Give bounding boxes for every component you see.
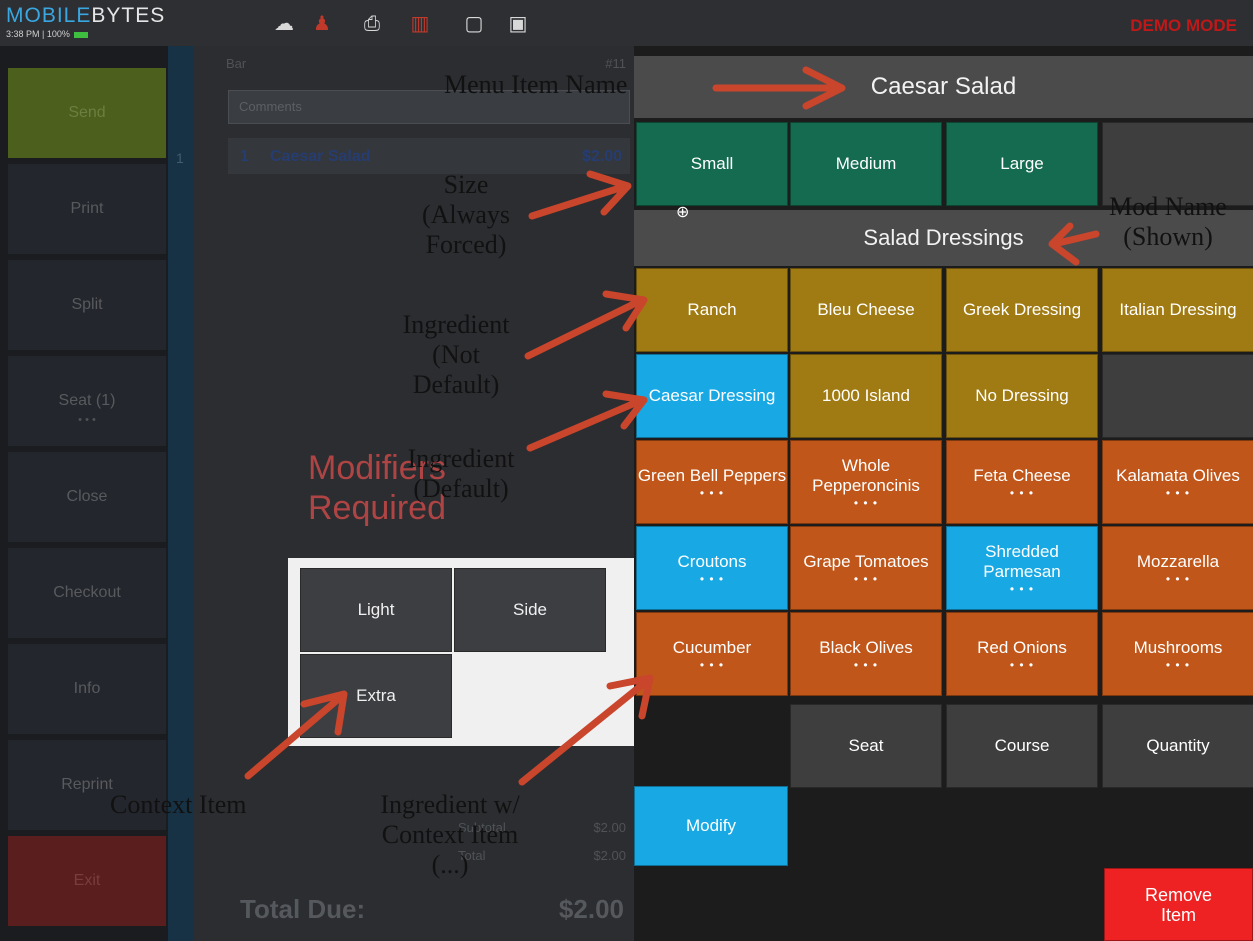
topping-cucumber-button[interactable]: Cucumber • • • bbox=[636, 612, 788, 696]
context-dots: • • • bbox=[1009, 486, 1035, 500]
context-dots: • • • bbox=[1165, 572, 1191, 586]
context-dots: • • • bbox=[699, 486, 725, 500]
table-icon[interactable]: ▣ bbox=[506, 12, 530, 36]
send-button[interactable]: Send bbox=[8, 68, 166, 158]
info-button[interactable]: Info bbox=[8, 644, 166, 734]
context-dots: • • • bbox=[1009, 582, 1035, 596]
user-icon[interactable]: ♟ bbox=[310, 12, 334, 36]
topping-black-olives-button[interactable]: Black Olives • • • bbox=[790, 612, 942, 696]
annotation-context-item: Context Item bbox=[110, 790, 247, 819]
menu-item-title: Caesar Salad bbox=[634, 56, 1253, 118]
demo-mode-label: DEMO MODE bbox=[1130, 16, 1237, 35]
dressing-empty-slot bbox=[1102, 354, 1253, 438]
topping-croutons-button[interactable]: Croutons • • • bbox=[636, 526, 788, 610]
topping-green-bell-peppers-button[interactable]: Green Bell Peppers • • • bbox=[636, 440, 788, 524]
context-side-button[interactable]: Side bbox=[454, 568, 606, 652]
line-name: Caesar Salad bbox=[270, 148, 371, 165]
topping-mozzarella-button[interactable]: Mozzarella • • • bbox=[1102, 526, 1253, 610]
printer-icon[interactable]: ⎙ bbox=[360, 12, 384, 36]
context-dots: • • • bbox=[1165, 486, 1191, 500]
remove-item-button[interactable]: Remove Item bbox=[1104, 868, 1253, 941]
top-bar: MOBILEBYTES 3:38 PM | 100% ☁ ♟ ⎙ ▥ ▢ ▣ D… bbox=[0, 0, 1253, 46]
annotation-ingredient-context: Ingredient w/ Context Item (...) bbox=[380, 790, 520, 879]
annotation-ingredient-not-default: Ingredient (Not Default) bbox=[402, 310, 510, 399]
topping-shredded-parmesan-button[interactable]: Shredded Parmesan • • • bbox=[946, 526, 1098, 610]
seat-button[interactable]: Seat (1) • • • bbox=[8, 356, 166, 446]
chat-icon[interactable]: ▢ bbox=[462, 12, 486, 36]
clock-time: 3:38 PM bbox=[6, 29, 40, 39]
dressing-greek-button[interactable]: Greek Dressing bbox=[946, 268, 1098, 352]
annotation-size: Size (Always Forced) bbox=[421, 170, 511, 259]
app-logo: MOBILEBYTES bbox=[6, 4, 166, 27]
status-clock: 3:38 PM | 100% bbox=[6, 29, 88, 39]
annotation-mod-name: Mod Name (Shown) bbox=[1109, 192, 1227, 251]
size-small-button[interactable]: Small bbox=[636, 122, 788, 206]
annotation-ingredient-default: Ingredient (Default) bbox=[407, 444, 515, 503]
zoom-cursor-icon: ⊕ bbox=[676, 204, 690, 221]
dressing-caesar-button[interactable]: Caesar Dressing bbox=[636, 354, 788, 438]
annotation-menu-item-name: Menu Item Name bbox=[444, 70, 628, 99]
order-title: Bar bbox=[226, 56, 247, 71]
context-dots: • • • bbox=[853, 658, 879, 672]
dressing-italian-button[interactable]: Italian Dressing bbox=[1102, 268, 1253, 352]
receipt-icon[interactable]: ▥ bbox=[408, 12, 432, 36]
total-due-value: $2.00 bbox=[558, 894, 624, 924]
dressing-ranch-button[interactable]: Ranch bbox=[636, 268, 788, 352]
seat-more-dots: • • • bbox=[78, 414, 96, 426]
quantity-action-button[interactable]: Quantity bbox=[1102, 704, 1253, 788]
battery-icon bbox=[73, 31, 88, 38]
topping-mushrooms-button[interactable]: Mushrooms • • • bbox=[1102, 612, 1253, 696]
topping-grape-tomatoes-button[interactable]: Grape Tomatoes • • • bbox=[790, 526, 942, 610]
subtotal-value: $2.00 bbox=[593, 820, 626, 835]
line-price: $2.00 bbox=[581, 148, 622, 165]
dressing-1000-island-button[interactable]: 1000 Island bbox=[790, 354, 942, 438]
context-menu-popup: Light Side Extra bbox=[288, 558, 634, 746]
print-button[interactable]: Print bbox=[8, 164, 166, 254]
topping-kalamata-olives-button[interactable]: Kalamata Olives • • • bbox=[1102, 440, 1253, 524]
order-line-item[interactable]: 1 Caesar Salad $2.00 bbox=[228, 138, 630, 174]
topping-feta-cheese-button[interactable]: Feta Cheese • • • bbox=[946, 440, 1098, 524]
context-dots: • • • bbox=[853, 572, 879, 586]
cloud-sync-icon[interactable]: ☁ bbox=[272, 12, 296, 36]
split-button[interactable]: Split bbox=[8, 260, 166, 350]
seat-action-button[interactable]: Seat bbox=[790, 704, 942, 788]
context-dots: • • • bbox=[699, 658, 725, 672]
order-number: #11 bbox=[605, 56, 626, 71]
context-dots: • • • bbox=[1165, 658, 1191, 672]
close-button[interactable]: Close bbox=[8, 452, 166, 542]
context-dots: • • • bbox=[699, 572, 725, 586]
total-value: $2.00 bbox=[593, 848, 626, 863]
line-qty: 1 bbox=[240, 148, 249, 165]
modify-button[interactable]: Modify bbox=[634, 786, 788, 866]
context-extra-button[interactable]: Extra bbox=[300, 654, 452, 738]
context-dots: • • • bbox=[853, 496, 879, 510]
size-large-button[interactable]: Large bbox=[946, 122, 1098, 206]
dressing-bleu-cheese-button[interactable]: Bleu Cheese bbox=[790, 268, 942, 352]
seat-button-label: Seat (1) bbox=[58, 392, 116, 409]
dressing-none-button[interactable]: No Dressing bbox=[946, 354, 1098, 438]
battery-level: 100% bbox=[46, 29, 70, 39]
topping-red-onions-button[interactable]: Red Onions • • • bbox=[946, 612, 1098, 696]
topping-whole-pepperoncinis-button[interactable]: Whole Pepperoncinis • • • bbox=[790, 440, 942, 524]
course-action-button[interactable]: Course bbox=[946, 704, 1098, 788]
context-light-button[interactable]: Light bbox=[300, 568, 452, 652]
seat-number[interactable]: 1 bbox=[176, 150, 184, 166]
checkout-button[interactable]: Checkout bbox=[8, 548, 166, 638]
size-medium-button[interactable]: Medium bbox=[790, 122, 942, 206]
exit-button[interactable]: Exit bbox=[8, 836, 166, 926]
total-due-label: Total Due: bbox=[240, 894, 366, 924]
context-dots: • • • bbox=[1009, 658, 1035, 672]
